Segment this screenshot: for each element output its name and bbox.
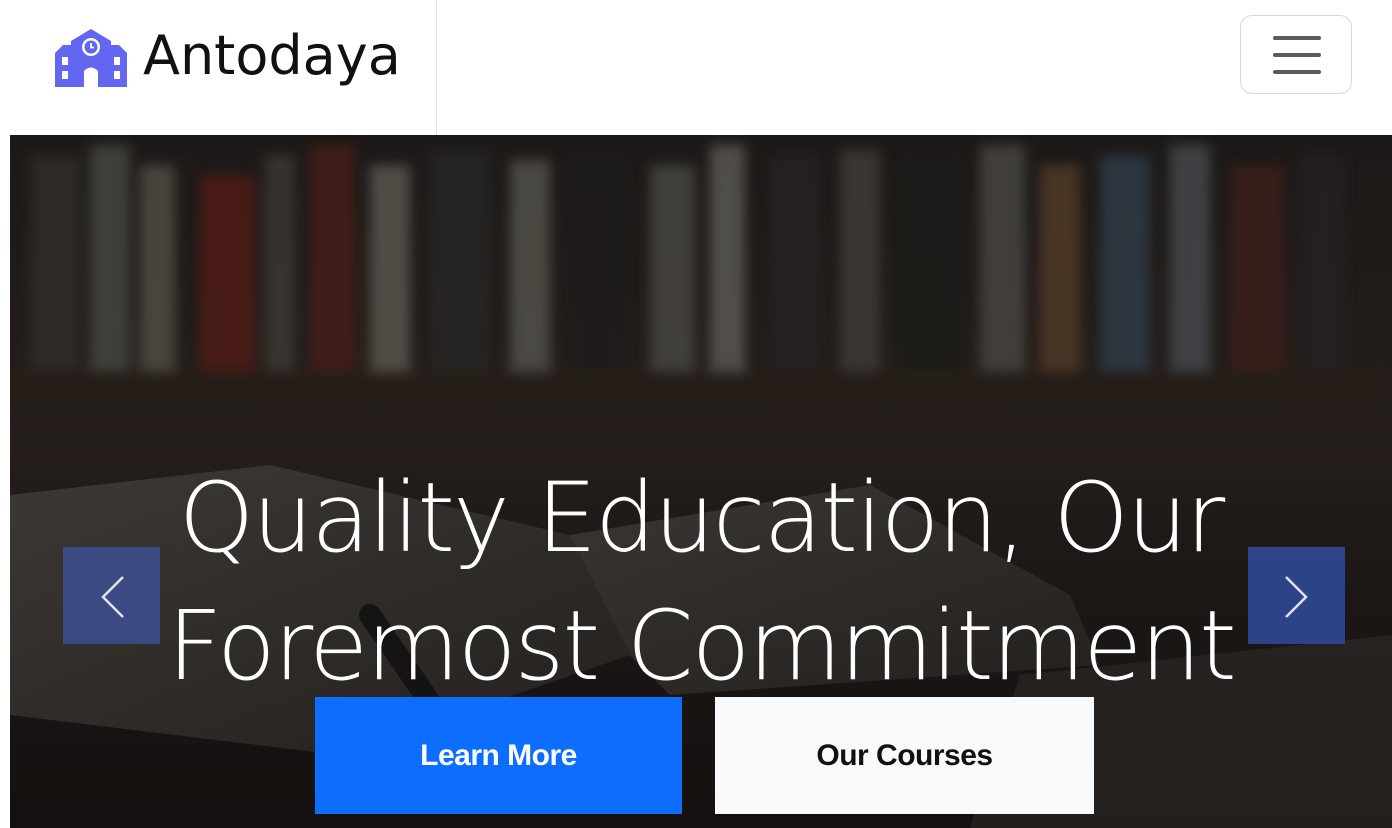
hamburger-line <box>1273 53 1321 57</box>
carousel-next-button[interactable] <box>1248 547 1345 644</box>
navbar: Antodaya <box>0 0 1392 135</box>
brand[interactable]: Antodaya <box>0 0 437 135</box>
hamburger-menu-icon <box>1273 36 1321 40</box>
hero-headline: Quality Education, Our Foremost Commitme… <box>10 454 1392 710</box>
our-courses-button[interactable]: Our Courses <box>715 697 1094 814</box>
hero-carousel: Quality Education, Our Foremost Commitme… <box>10 135 1392 828</box>
hamburger-line <box>1273 70 1321 74</box>
carousel-prev-button[interactable] <box>63 547 160 644</box>
hero-headline-line: Foremost Commitment <box>167 590 1237 703</box>
learn-more-button[interactable]: Learn More <box>315 697 682 814</box>
menu-toggle-button[interactable] <box>1240 15 1352 94</box>
school-icon <box>55 29 127 87</box>
chevron-left-icon <box>101 576 124 618</box>
chevron-right-icon <box>1285 576 1308 618</box>
hero-headline-line: Quality Education, Our <box>178 462 1225 575</box>
brand-name: Antodaya <box>143 24 401 87</box>
